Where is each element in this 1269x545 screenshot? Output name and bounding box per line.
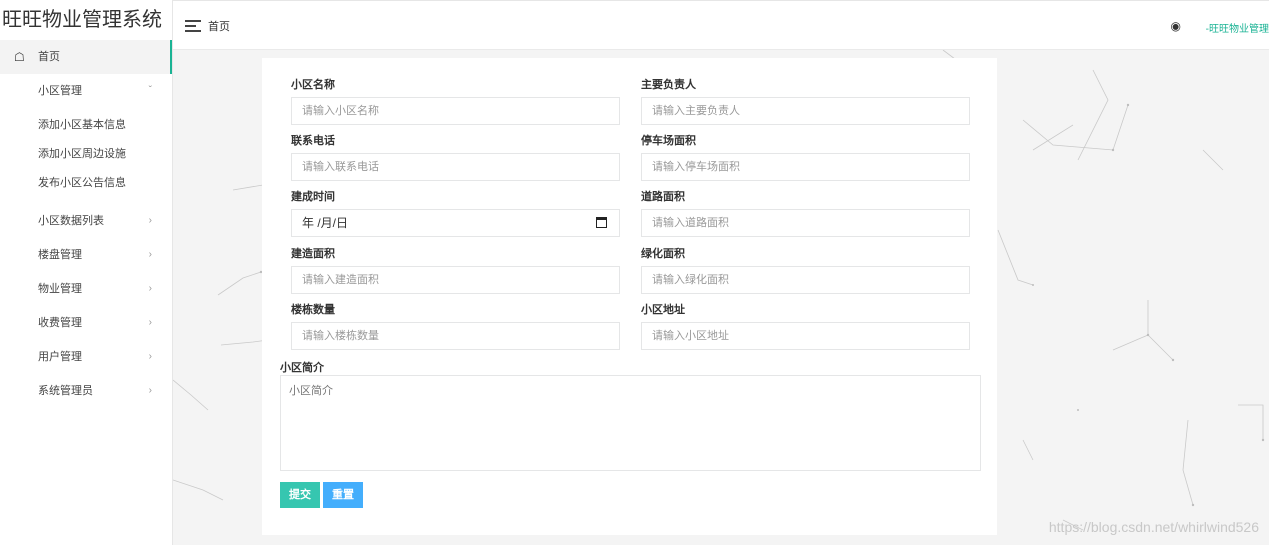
date-placeholder: 年 /月/日 xyxy=(302,216,349,230)
chevron-right-icon: › xyxy=(148,385,152,396)
parking-area-input[interactable] xyxy=(641,153,970,181)
chevron-right-icon: › xyxy=(148,317,152,328)
address-input[interactable] xyxy=(641,322,970,350)
calendar-icon[interactable] xyxy=(596,217,607,228)
sidebar-item-community[interactable]: 小区管理 ˇ xyxy=(0,74,172,108)
field-building-count: 楼栋数量 xyxy=(291,302,620,350)
chevron-right-icon: › xyxy=(148,351,152,362)
field-parking-area: 停车场面积 xyxy=(641,133,970,181)
sidebar-item-label: 系统管理员 xyxy=(38,385,93,397)
chevron-right-icon: › xyxy=(148,249,152,260)
field-green-area: 绿化面积 xyxy=(641,246,970,294)
built-date-input[interactable]: 年 /月/日 xyxy=(291,209,620,237)
sidebar-item-users[interactable]: 用户管理 › xyxy=(0,340,172,374)
field-built-date: 建成时间 年 /月/日 xyxy=(291,189,620,237)
field-label: 绿化面积 xyxy=(641,248,685,260)
sidebar-item-label: 首页 xyxy=(38,51,60,63)
sidebar-item-property[interactable]: 物业管理 › xyxy=(0,272,172,306)
submenu: 添加小区基本信息 添加小区周边设施 发布小区公告信息 xyxy=(0,108,172,204)
sidebar-item-building[interactable]: 楼盘管理 › xyxy=(0,238,172,272)
submit-button[interactable]: 提交 xyxy=(280,482,320,508)
app-title: 旺旺物业管理系统 xyxy=(2,9,162,31)
sidebar-item-label: 用户管理 xyxy=(38,351,82,363)
sidebar-item-community-list[interactable]: 小区数据列表 › xyxy=(0,204,172,238)
field-label: 楼栋数量 xyxy=(291,304,335,316)
field-label: 小区地址 xyxy=(641,304,685,316)
field-label: 道路面积 xyxy=(641,191,685,203)
sidebar-item-home[interactable]: ☖ 首页 xyxy=(0,40,172,74)
sidebar-item-label: 楼盘管理 xyxy=(38,249,82,261)
user-menu-link[interactable]: -旺旺物业管理 xyxy=(1206,20,1269,35)
green-area-input[interactable] xyxy=(641,266,970,294)
sidebar: 旺旺物业管理系统 ☖ 首页 小区管理 ˇ 添加小区基本信息 添加小区周边设施 发… xyxy=(0,0,173,545)
submenu-item-add-facilities[interactable]: 添加小区周边设施 xyxy=(0,140,172,169)
menu-toggle-icon[interactable] xyxy=(185,20,201,32)
field-road-area: 道路面积 xyxy=(641,189,970,237)
reset-button[interactable]: 重置 xyxy=(323,482,363,508)
building-count-input[interactable] xyxy=(291,322,620,350)
intro-label: 小区简介 xyxy=(280,362,324,374)
chevron-right-icon: › xyxy=(148,283,152,294)
sidebar-item-label: 小区管理 xyxy=(38,85,82,97)
submenu-item-publish-notice[interactable]: 发布小区公告信息 xyxy=(0,169,172,198)
field-manager: 主要负责人 xyxy=(641,77,970,125)
sidebar-item-admins[interactable]: 系统管理员 › xyxy=(0,374,172,408)
sidebar-item-label: 收费管理 xyxy=(38,317,82,329)
build-area-input[interactable] xyxy=(291,266,620,294)
palette-icon[interactable]: ◉ xyxy=(1171,19,1181,33)
home-icon: ☖ xyxy=(14,50,25,64)
field-label: 建成时间 xyxy=(291,191,335,203)
breadcrumb[interactable]: 首页 xyxy=(208,18,230,34)
sidebar-item-fees[interactable]: 收费管理 › xyxy=(0,306,172,340)
field-phone: 联系电话 xyxy=(291,133,620,181)
intro-textarea[interactable] xyxy=(280,375,981,471)
community-form: 小区名称 主要负责人 联系电话 停车场面积 建成时间 年 /月/日 道路面积 建… xyxy=(262,58,997,535)
watermark: https://blog.csdn.net/whirlwind526 xyxy=(1048,519,1259,535)
chevron-down-icon: ˇ xyxy=(148,85,152,96)
field-label: 主要负责人 xyxy=(641,79,696,91)
field-label: 小区名称 xyxy=(291,79,335,91)
field-community-name: 小区名称 xyxy=(291,77,620,125)
manager-input[interactable] xyxy=(641,97,970,125)
chevron-right-icon: › xyxy=(148,215,152,226)
field-address: 小区地址 xyxy=(641,302,970,350)
road-area-input[interactable] xyxy=(641,209,970,237)
submenu-item-add-info[interactable]: 添加小区基本信息 xyxy=(0,111,172,140)
phone-input[interactable] xyxy=(291,153,620,181)
top-header: 首页 ◉ -旺旺物业管理 xyxy=(173,0,1269,50)
sidebar-item-label: 物业管理 xyxy=(38,283,82,295)
sidebar-item-label: 小区数据列表 xyxy=(38,215,104,227)
community-name-input[interactable] xyxy=(291,97,620,125)
field-label: 停车场面积 xyxy=(641,135,696,147)
field-build-area: 建造面积 xyxy=(291,246,620,294)
field-label: 联系电话 xyxy=(291,135,335,147)
field-label: 建造面积 xyxy=(291,248,335,260)
